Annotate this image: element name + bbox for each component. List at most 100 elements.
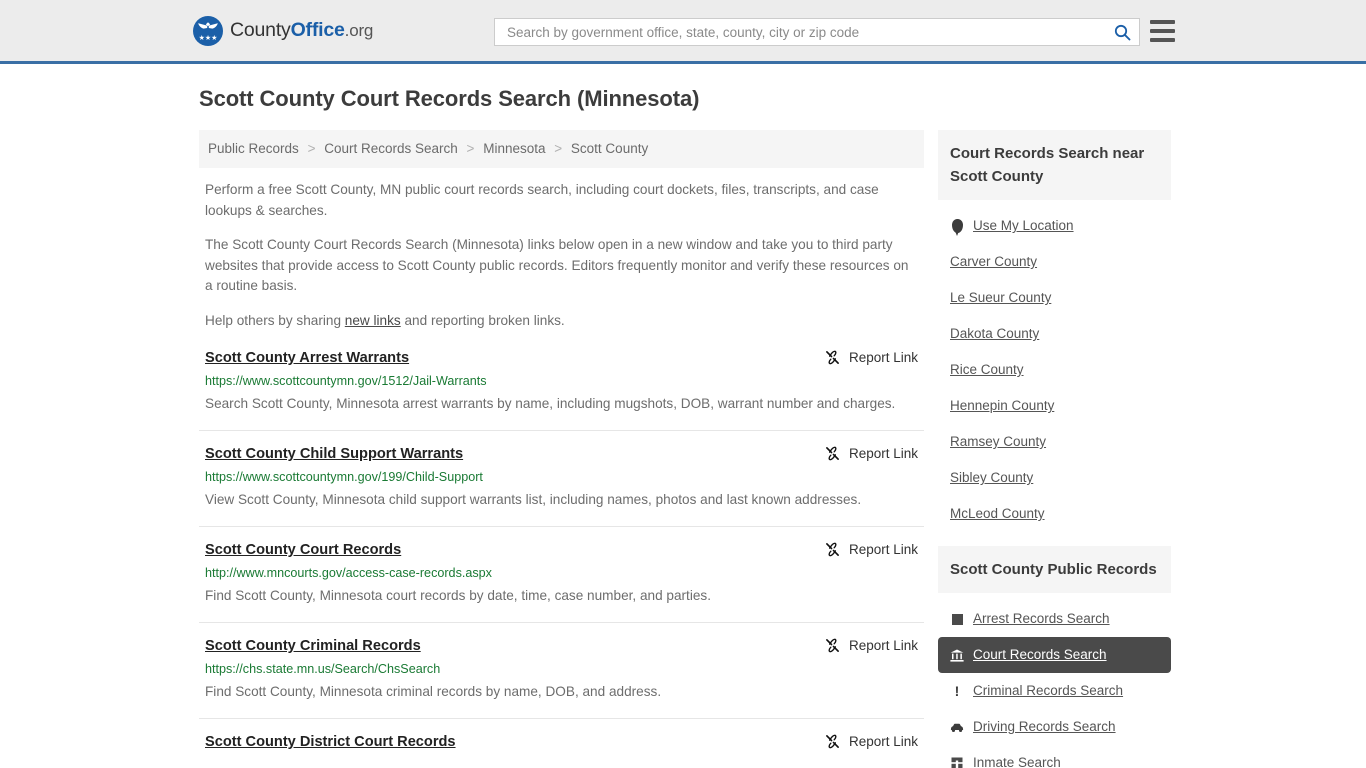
county-link-label[interactable]: Hennepin County — [950, 397, 1054, 415]
sidebar-item-driving-records-search[interactable]: Driving Records Search — [938, 709, 1171, 745]
intro-paragraph-2: The Scott County Court Records Search (M… — [205, 237, 909, 293]
fingerprint-icon — [950, 612, 964, 626]
sidebar-item-hennepin-county[interactable]: Hennepin County — [938, 388, 1171, 424]
county-link-label[interactable]: Dakota County — [950, 325, 1039, 343]
breadcrumb-item-minnesota[interactable]: Minnesota — [483, 141, 545, 156]
report-link-label: Report Link — [848, 446, 918, 461]
broken-link-icon — [826, 734, 839, 749]
result-description: View Scott County, Minnesota child suppo… — [205, 492, 862, 507]
public-record-link-label[interactable]: Arrest Records Search — [973, 610, 1110, 628]
search-icon — [1114, 24, 1131, 40]
breadcrumb-item-public-records[interactable]: Public Records — [208, 141, 299, 156]
sidebar-item-rice-county[interactable]: Rice County — [938, 352, 1171, 388]
report-link-label: Report Link — [848, 638, 918, 653]
logo-text-org: .org — [344, 21, 374, 40]
result-title-link[interactable]: Scott County District Court Records — [205, 733, 456, 752]
site-logo[interactable]: ★★★ CountyOffice.org — [193, 15, 373, 46]
county-link-label[interactable]: McLeod County — [950, 505, 1045, 523]
eagle-glyph — [198, 21, 218, 29]
county-link-label[interactable]: Sibley County — [950, 469, 1033, 487]
sidebar-item-sibley-county[interactable]: Sibley County — [938, 460, 1171, 496]
result-item: Scott County Criminal Records Report Lin… — [199, 637, 924, 719]
breadcrumb-item-court-records-search[interactable]: Court Records Search — [324, 141, 458, 156]
county-link-label[interactable]: Ramsey County — [950, 433, 1046, 451]
logo-wordmark: CountyOffice.org — [230, 19, 373, 42]
broken-link-icon — [826, 350, 839, 365]
result-description: Find Scott County, Minnesota court recor… — [205, 588, 711, 603]
site-header: ★★★ CountyOffice.org — [0, 0, 1366, 64]
logo-text-county: County — [230, 19, 291, 41]
exclamation-icon: ! — [954, 683, 960, 699]
intro-paragraph-1: Perform a free Scott County, MN public c… — [205, 182, 879, 218]
hamburger-bar — [1150, 38, 1175, 42]
breadcrumb-separator: > — [307, 141, 316, 156]
hamburger-bar — [1150, 29, 1175, 33]
sidebar-item-inmate-search[interactable]: Inmate Search — [938, 745, 1171, 768]
new-links-link[interactable]: new links — [345, 313, 401, 328]
result-url[interactable]: https://www.scottcountymn.gov/199/Child-… — [205, 469, 918, 486]
car-icon — [950, 720, 964, 734]
sidebar-item-dakota-county[interactable]: Dakota County — [938, 316, 1171, 352]
public-record-link-label[interactable]: Driving Records Search — [973, 718, 1116, 736]
breadcrumb-item-scott-county[interactable]: Scott County — [571, 141, 648, 156]
sidebar-nearby-list: Use My Location Carver County Le Sueur C… — [938, 208, 1171, 532]
public-record-link-label[interactable]: Criminal Records Search — [973, 682, 1123, 700]
public-record-link-label[interactable]: Court Records Search — [973, 646, 1107, 664]
report-link-button[interactable]: Report Link — [813, 638, 918, 653]
eagle-seal-icon: ★★★ — [193, 15, 223, 46]
hamburger-menu-icon[interactable] — [1150, 20, 1175, 42]
result-url[interactable]: http://www.mncourts.gov/access-case-reco… — [205, 565, 918, 582]
breadcrumb: Public Records > Court Records Search > … — [199, 130, 924, 168]
logo-stars: ★★★ — [198, 34, 218, 42]
report-link-button[interactable]: Report Link — [813, 446, 918, 461]
broken-link-icon — [826, 638, 839, 653]
report-link-label: Report Link — [848, 350, 918, 365]
sidebar-item-criminal-records-search[interactable]: ! Criminal Records Search — [938, 673, 1171, 709]
use-my-location-label[interactable]: Use My Location — [973, 217, 1074, 235]
result-item: Scott County Court Records Report Link h… — [199, 541, 924, 623]
county-link-label[interactable]: Le Sueur County — [950, 289, 1051, 307]
result-description: Search Scott County, Minnesota arrest wa… — [205, 396, 896, 411]
result-title-link[interactable]: Scott County Child Support Warrants — [205, 445, 463, 464]
hamburger-bar — [1150, 20, 1175, 24]
search-bar[interactable] — [494, 18, 1140, 46]
logo-text-office: Office — [290, 19, 345, 41]
sidebar-item-carver-county[interactable]: Carver County — [938, 244, 1171, 280]
report-link-button[interactable]: Report Link — [813, 350, 918, 365]
report-link-label: Report Link — [848, 542, 918, 557]
result-title-link[interactable]: Scott County Criminal Records — [205, 637, 421, 656]
breadcrumb-separator: > — [466, 141, 475, 156]
sidebar-item-use-my-location[interactable]: Use My Location — [938, 208, 1171, 244]
result-title-link[interactable]: Scott County Arrest Warrants — [205, 349, 409, 368]
main-column: Public Records > Court Records Search > … — [199, 130, 924, 768]
result-url[interactable]: https://www.scottcountymn.gov/1512/Jail-… — [205, 373, 918, 390]
result-title-link[interactable]: Scott County Court Records — [205, 541, 401, 560]
sidebar-item-arrest-records-search[interactable]: Arrest Records Search — [938, 601, 1171, 637]
public-record-link-label[interactable]: Inmate Search — [973, 754, 1061, 768]
sidebar-item-ramsey-county[interactable]: Ramsey County — [938, 424, 1171, 460]
map-pin-icon — [950, 219, 964, 236]
sidebar-item-court-records-search[interactable]: Court Records Search — [938, 637, 1171, 673]
result-url[interactable]: https://chs.state.mn.us/Search/ChsSearch — [205, 661, 918, 678]
result-description: Find Scott County, Minnesota criminal re… — [205, 684, 662, 699]
sidebar: Court Records Search near Scott County U… — [938, 130, 1171, 768]
search-input[interactable] — [505, 23, 1112, 41]
county-link-label[interactable]: Rice County — [950, 361, 1024, 379]
report-link-button[interactable]: Report Link — [813, 734, 918, 749]
page-title: Scott County Court Records Search (Minne… — [199, 86, 700, 111]
intro-text: Perform a free Scott County, MN public c… — [199, 180, 924, 331]
sidebar-item-le-sueur-county[interactable]: Le Sueur County — [938, 280, 1171, 316]
sidebar-item-mcleod-county[interactable]: McLeod County — [938, 496, 1171, 532]
car-glyph — [950, 723, 964, 732]
sidebar-divider — [938, 532, 1171, 546]
report-link-button[interactable]: Report Link — [813, 542, 918, 557]
county-link-label[interactable]: Carver County — [950, 253, 1037, 271]
report-link-label: Report Link — [848, 734, 918, 749]
search-button[interactable] — [1112, 24, 1133, 41]
share-text-after: and reporting broken links. — [400, 312, 565, 328]
result-item: Scott County Arrest Warrants Report Link… — [199, 349, 924, 431]
page-body: Scott County Court Records Search (Minne… — [0, 64, 1366, 768]
sidebar-public-records-heading: Scott County Public Records — [938, 546, 1171, 593]
result-header: Scott County Child Support Warrants Repo… — [205, 445, 918, 464]
result-item: Scott County Child Support Warrants Repo… — [199, 445, 924, 527]
